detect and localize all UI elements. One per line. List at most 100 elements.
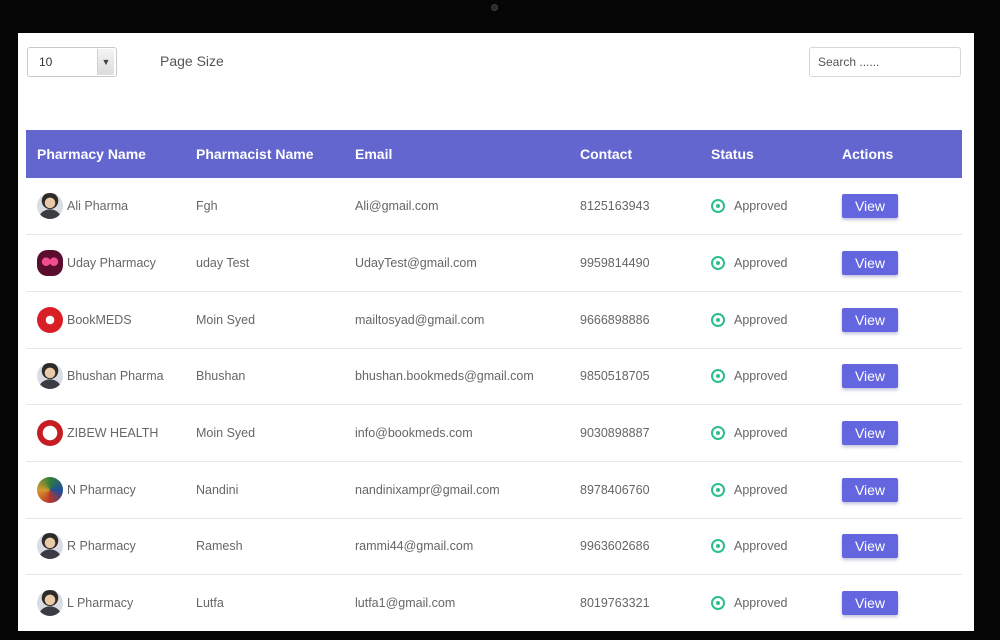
cell-actions: View xyxy=(831,348,962,405)
pharmacy-name: L Pharmacy xyxy=(67,596,134,611)
cell-status: Approved xyxy=(700,291,831,348)
table-row: R Pharmacy Ramesh rammi44@gmail.com 9963602… xyxy=(26,518,962,575)
pharmacy-avatar-icon xyxy=(37,250,63,277)
cell-status: Approved xyxy=(700,518,831,575)
cell-email: info@bookmeds.com xyxy=(355,426,473,441)
search-input[interactable] xyxy=(809,47,961,77)
cell-contact: 9030898887 xyxy=(580,426,650,441)
cell-actions: View xyxy=(831,405,962,462)
table-body: Ali Pharma Fgh Ali@gmail.com 8125163943 Appr… xyxy=(26,178,962,631)
view-button[interactable]: View xyxy=(842,251,898,276)
approved-status-icon xyxy=(711,539,725,554)
view-button[interactable]: View xyxy=(842,364,898,389)
approved-status-icon xyxy=(711,369,725,384)
table-row: Uday Pharmacy uday Test UdayTest@gmail.com… xyxy=(26,235,962,292)
approved-status-icon xyxy=(711,256,725,271)
approved-status-icon xyxy=(711,596,725,611)
chevron-down-icon[interactable]: ▼ xyxy=(97,49,114,75)
pharmacy-name: ZIBEW HEALTH xyxy=(67,426,159,441)
cell-pharmacist-name: Moin Syed xyxy=(196,312,256,327)
table-row: BookMEDS Moin Syed mailtosyad@gmail.com 966… xyxy=(26,291,962,349)
cell-pharmacist-name: uday Test xyxy=(196,256,250,271)
page-size-value: 10 xyxy=(39,55,53,69)
page-size-label: Page Size xyxy=(160,53,224,69)
column-header-pharmacist-name[interactable]: Pharmacist Name xyxy=(185,130,344,178)
cell-pharmacy-name: L Pharmacy xyxy=(26,575,185,631)
cell-pharmacist-name: Bhushan xyxy=(196,369,246,384)
cell-pharmacy-name: BookMEDS xyxy=(26,291,185,348)
cell-email: lutfa1@gmail.com xyxy=(355,596,456,611)
status-text: Approved xyxy=(734,482,788,497)
approved-status-icon xyxy=(711,312,725,327)
cell-pharmacy-name: N Pharmacy xyxy=(26,461,185,518)
pharmacy-avatar-icon xyxy=(37,306,63,333)
view-button[interactable]: View xyxy=(842,591,898,616)
pharmacy-avatar-icon xyxy=(37,193,63,220)
cell-actions: View xyxy=(831,291,962,348)
pharmacy-name: Bhushan Pharma xyxy=(67,369,164,384)
cell-email: Ali@gmail.com xyxy=(355,199,439,214)
cell-pharmacy-name: Uday Pharmacy xyxy=(26,235,185,292)
view-button[interactable]: View xyxy=(842,477,898,502)
column-header-status[interactable]: Status xyxy=(700,130,831,178)
status-text: Approved xyxy=(734,369,788,384)
cell-pharmacy-name: Ali Pharma xyxy=(26,178,185,235)
pharmacy-name: BookMEDS xyxy=(67,312,132,327)
cell-status: Approved xyxy=(700,348,831,405)
cell-contact: 9666898886 xyxy=(580,312,650,327)
cell-contact: 9959814490 xyxy=(580,256,650,271)
cell-status: Approved xyxy=(700,461,831,518)
table-row: Ali Pharma Fgh Ali@gmail.com 8125163943 Appr… xyxy=(26,178,962,235)
cell-contact: 9963602686 xyxy=(580,539,650,554)
pharmacy-avatar-icon xyxy=(37,476,63,503)
device-bezel: 10 ▼ Page Size Pharmacy Name Pharmacis xyxy=(0,0,1000,640)
cell-pharmacy-name: ZIBEW HEALTH xyxy=(26,405,185,462)
cell-pharmacy-name: Bhushan Pharma xyxy=(26,348,185,405)
cell-pharmacist-name: Ramesh xyxy=(196,539,243,554)
cell-actions: View xyxy=(831,575,962,631)
column-header-pharmacy-name[interactable]: Pharmacy Name xyxy=(26,130,185,178)
status-text: Approved xyxy=(734,199,788,214)
view-button[interactable]: View xyxy=(842,421,898,446)
pharmacy-name: Ali Pharma xyxy=(67,199,129,214)
cell-email: nandinixampr@gmail.com xyxy=(355,482,500,497)
pharmacy-table: Pharmacy Name Pharmacist Name Email Cont… xyxy=(26,130,962,631)
status-text: Approved xyxy=(734,256,788,271)
approved-status-icon xyxy=(711,199,725,214)
camera-icon xyxy=(491,4,498,11)
pharmacy-name: R Pharmacy xyxy=(67,539,136,554)
cell-email: mailtosyad@gmail.com xyxy=(355,312,485,327)
view-button[interactable]: View xyxy=(842,534,898,559)
approved-status-icon xyxy=(711,482,725,497)
page-size-select[interactable]: 10 ▼ xyxy=(27,47,117,77)
pharmacy-avatar-icon xyxy=(37,590,63,617)
cell-status: Approved xyxy=(700,178,831,235)
table-header: Pharmacy Name Pharmacist Name Email Cont… xyxy=(26,130,962,178)
table-row: ZIBEW HEALTH Moin Syed info@bookmeds.com 90… xyxy=(26,405,962,462)
cell-status: Approved xyxy=(700,405,831,462)
cell-email: rammi44@gmail.com xyxy=(355,539,474,554)
status-text: Approved xyxy=(734,596,788,611)
view-button[interactable]: View xyxy=(842,307,898,332)
cell-contact: 8125163943 xyxy=(580,199,650,214)
column-header-email[interactable]: Email xyxy=(344,130,569,178)
pharmacy-avatar-icon xyxy=(37,363,63,390)
cell-actions: View xyxy=(831,235,962,292)
cell-pharmacist-name: Lutfa xyxy=(196,596,224,611)
cell-contact: 8019763321 xyxy=(580,596,650,611)
column-header-actions: Actions xyxy=(842,146,894,162)
pharmacy-avatar-icon xyxy=(37,420,63,447)
cell-status: Approved xyxy=(700,235,831,292)
pharmacy-avatar-icon xyxy=(37,533,63,560)
cell-pharmacy-name: R Pharmacy xyxy=(26,518,185,575)
cell-pharmacist-name: Nandini xyxy=(196,482,239,497)
cell-email: bhushan.bookmeds@gmail.com xyxy=(355,369,534,384)
cell-pharmacist-name: Fgh xyxy=(196,199,218,214)
status-text: Approved xyxy=(734,312,788,327)
pharmacy-name: N Pharmacy xyxy=(67,482,136,497)
cell-actions: View xyxy=(831,178,962,235)
view-button[interactable]: View xyxy=(842,194,898,219)
table-row: Bhushan Pharma Bhushan bhushan.bookmeds@gm… xyxy=(26,348,962,405)
column-header-contact[interactable]: Contact xyxy=(569,130,700,178)
pharmacy-table-container: Pharmacy Name Pharmacist Name Email Cont… xyxy=(26,130,962,631)
